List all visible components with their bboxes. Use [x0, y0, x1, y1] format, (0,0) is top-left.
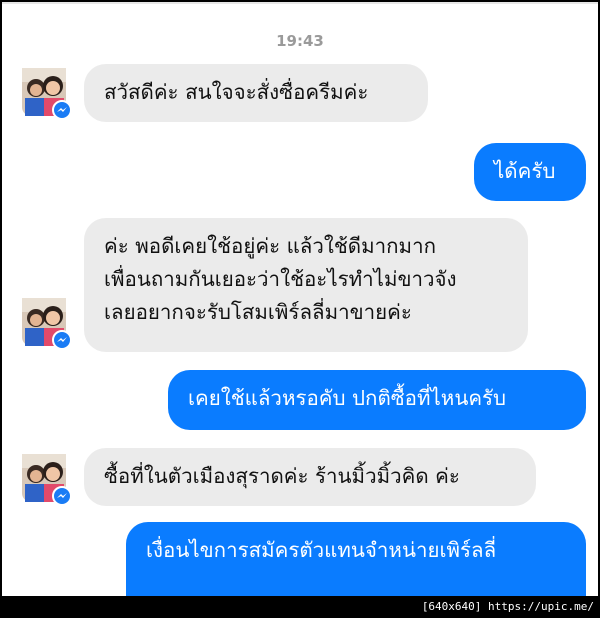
message-text: เงื่อนไขการสมัครตัวแทนจำหน่ายเพิร์ลลี่	[146, 538, 497, 562]
message-text: ซื้อที่ในตัวเมืองสุราดค่ะ ร้านมิ้วมิ้วคิ…	[104, 464, 460, 488]
message-bubble-incoming[interactable]: ค่ะ พอดีเคยใช้อยู่ค่ะ แล้วใช้ดีมากมาก เพ…	[84, 218, 528, 352]
message-text: สวัสดีค่ะ สนใจจะสั่งซื่อครีมค่ะ	[104, 80, 369, 104]
messenger-badge-icon	[52, 100, 72, 120]
header-divider	[2, 2, 598, 4]
message-text-line: ค่ะ พอดีเคยใช้อยู่ค่ะ แล้วใช้ดีมากมาก	[104, 234, 436, 258]
messenger-badge-icon	[52, 486, 72, 506]
contact-avatar[interactable]	[22, 454, 72, 506]
message-bubble-outgoing[interactable]: ได้ครับ	[474, 143, 586, 201]
message-text: เคยใช้แล้วหรอคับ ปกติซื้อที่ไหนครับ	[188, 386, 507, 410]
message-bubble-incoming[interactable]: สวัสดีค่ะ สนใจจะสั่งซื่อครีมค่ะ	[84, 64, 428, 122]
message-bubble-outgoing[interactable]: เคยใช้แล้วหรอคับ ปกติซื้อที่ไหนครับ	[168, 370, 586, 430]
contact-avatar[interactable]	[22, 298, 72, 350]
message-timestamp: 19:43	[276, 32, 324, 50]
message-text-line: เลยอยากจะรับโสมเพิร์ลลี่มาขายค่ะ	[104, 300, 412, 324]
message-text-line: เพื่อนถามกันเยอะว่าใช้อะไรทำไม่ขาวจัง	[104, 267, 457, 291]
message-bubble-incoming[interactable]: ซื้อที่ในตัวเมืองสุราดค่ะ ร้านมิ้วมิ้วคิ…	[84, 448, 536, 506]
message-bubble-outgoing[interactable]: เงื่อนไขการสมัครตัวแทนจำหน่ายเพิร์ลลี่	[126, 522, 586, 596]
message-text: ได้ครับ	[494, 159, 556, 183]
watermark-label: [640x640] https://upic.me/	[417, 598, 598, 616]
chat-screen: 19:43 สวัสดีค่ะ สนใจจะสั่งซื่อครีมค่ะ ได…	[2, 2, 598, 596]
contact-avatar[interactable]	[22, 68, 72, 120]
messenger-badge-icon	[52, 330, 72, 350]
